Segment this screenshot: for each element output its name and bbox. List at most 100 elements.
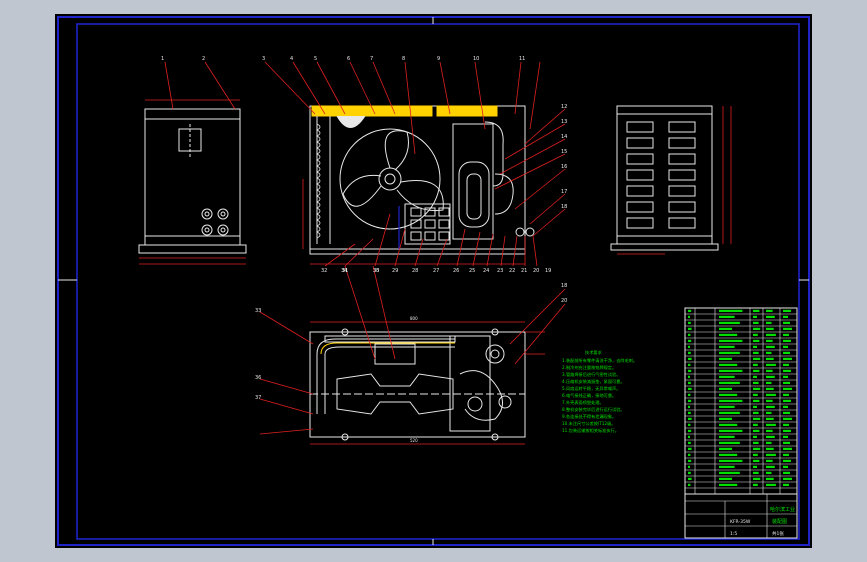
svg-text:800: 800: [410, 316, 418, 321]
bom-cell-mark: [766, 339, 773, 342]
bom-cell-mark: [753, 387, 761, 390]
bom-cell-mark: [783, 453, 789, 456]
bom-cell-mark: [753, 375, 757, 378]
bom-cell-mark: [688, 459, 692, 462]
bom-cell-mark: [719, 459, 743, 462]
bom-cell-mark: [719, 393, 738, 396]
part-balloon: 24: [483, 268, 489, 274]
bom-cell-mark: [688, 339, 692, 342]
bom-cell-mark: [688, 357, 692, 360]
drawing-code: KFR-35W: [730, 519, 751, 525]
bom-cell-mark: [688, 387, 692, 390]
bom-cell-mark: [688, 435, 690, 438]
part-balloon: 36: [255, 375, 261, 381]
bom-cell-mark: [688, 315, 690, 318]
bom-cell-mark: [688, 375, 690, 378]
bom-cell-mark: [688, 447, 692, 450]
bom-cell-mark: [783, 333, 789, 336]
louvers: [626, 121, 696, 229]
bom-cell-mark: [688, 345, 690, 348]
note-line: 1.装配前所有零件清洗干净，去除毛刺。: [562, 357, 637, 364]
assembly-drawing: 800520 技术要求 1.装配前所有零件清洗干净，去除毛刺。 2.制冷剂充注量…: [57, 16, 810, 546]
bom-cell-mark: [766, 381, 772, 384]
bom-cell-mark: [753, 465, 757, 468]
bom-cell-mark: [766, 315, 775, 318]
bom-cell-mark: [688, 363, 691, 366]
part-balloon: 7: [370, 56, 373, 62]
bom-cell-mark: [753, 405, 757, 408]
bom-cell-mark: [783, 447, 792, 450]
bom-cell-mark: [753, 327, 761, 330]
part-balloon: 3: [262, 56, 265, 62]
bom-cell-mark: [753, 417, 761, 420]
bom-cell-mark: [783, 441, 790, 444]
bom-cell-mark: [753, 399, 760, 402]
bom-cell-mark: [753, 309, 760, 312]
note-line: 4.压缩机安装减振垫，紧固可靠。: [562, 378, 625, 385]
bom-cell-mark: [753, 315, 757, 318]
bom-cell-mark: [719, 453, 738, 456]
bom-cell-mark: [783, 435, 788, 438]
bom-cell-mark: [753, 321, 759, 324]
bom-cell-mark: [783, 321, 790, 324]
bom-cell-mark: [688, 381, 691, 384]
bom-cell-mark: [783, 405, 788, 408]
bom-cell-mark: [783, 459, 791, 462]
bom-cell-mark: [783, 429, 791, 432]
bom-cell-mark: [783, 345, 788, 348]
part-balloon: 10: [473, 56, 479, 62]
bom-cell-mark: [688, 405, 690, 408]
bom-cell-mark: [766, 483, 776, 486]
bom-cell-mark: [688, 441, 691, 444]
bom-cell-mark: [688, 321, 691, 324]
note-line: 3.管路焊接后进行气密性试验。: [562, 371, 620, 378]
bom-cell-mark: [719, 417, 732, 420]
bom-cell-mark: [719, 477, 732, 480]
bom-cell-mark: [766, 363, 776, 366]
plan-view-pipes: [320, 342, 455, 355]
part-balloon: 19: [545, 268, 551, 274]
bom-cell-mark: [688, 369, 692, 372]
grid-blocks: [410, 207, 450, 241]
drawing-viewport[interactable]: 800 520 技术要求 1.装配前所有零件清洗干净，去除毛刺。 2.制冷剂充注量…: [55, 14, 812, 548]
bom-cell-mark: [719, 333, 738, 336]
parts-list: [684, 307, 798, 495]
bom-cell-mark: [719, 471, 740, 474]
bom-cell-mark: [719, 447, 732, 450]
part-balloon: 18: [561, 204, 567, 210]
bom-cell-mark: [783, 381, 790, 384]
bom-cell-mark: [719, 411, 740, 414]
bom-cell-mark: [719, 465, 735, 468]
bom-cell-mark: [783, 375, 788, 378]
bom-cell-mark: [719, 429, 743, 432]
dimension-text: 800 520: [410, 316, 418, 443]
bom-cell-mark: [719, 399, 743, 402]
part-balloon: 20: [533, 268, 539, 274]
bom-cell-mark: [688, 333, 691, 336]
bom-cell-mark: [783, 357, 792, 360]
part-balloon: 32: [321, 268, 327, 274]
part-balloon: 16: [561, 164, 567, 170]
bom-cell-mark: [688, 411, 691, 414]
bom-cell-mark: [753, 345, 757, 348]
bom-cell-mark: [766, 333, 776, 336]
bom-cell-mark: [753, 357, 761, 360]
bom-cell-mark: [688, 399, 692, 402]
bom-cell-mark: [766, 423, 776, 426]
part-balloon: 4: [290, 56, 293, 62]
bom-cell-mark: [766, 351, 772, 354]
part-balloon: 28: [412, 268, 418, 274]
bom-cell-mark: [688, 429, 692, 432]
note-line: 5.风扇运转平稳，无异常噪声。: [562, 385, 620, 392]
bom-cell-mark: [719, 315, 735, 318]
bom-cell-mark: [688, 453, 691, 456]
part-balloon: 20: [561, 298, 567, 304]
part-balloon: 6: [347, 56, 350, 62]
bom-cell-mark: [766, 477, 774, 480]
note-line: 6.电气接线正确，接地可靠。: [562, 392, 616, 399]
sheet-count: 共1张: [772, 530, 784, 537]
bom-cell-mark: [753, 351, 759, 354]
plan-view-dims: [259, 265, 566, 445]
front-view: [309, 105, 535, 255]
bom-cell-mark: [766, 375, 775, 378]
